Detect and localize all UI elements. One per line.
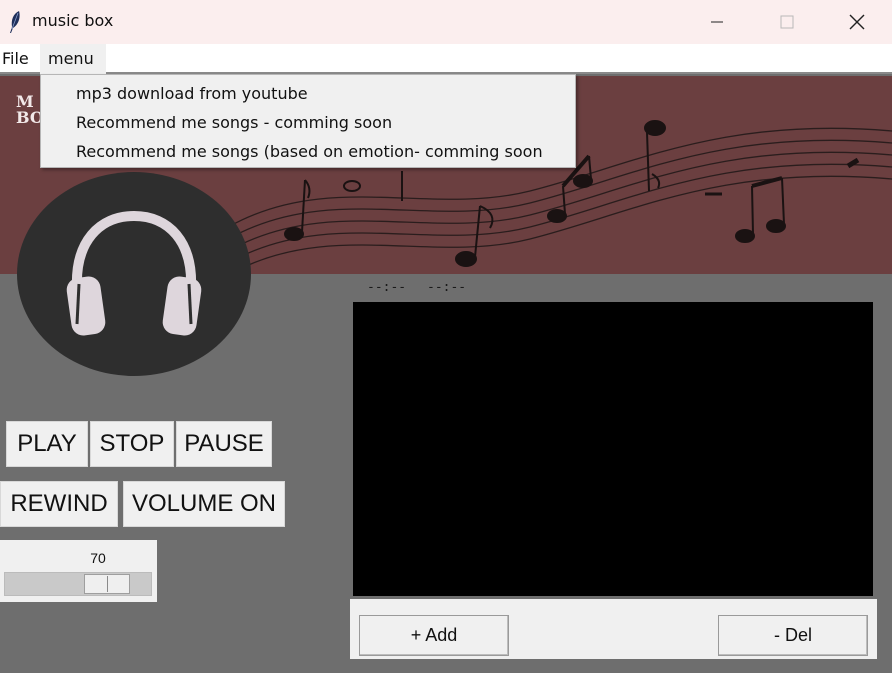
stop-button[interactable]: STOP [90,421,174,467]
volume-slider-handle[interactable] [84,574,131,594]
window-title: music box [32,11,114,30]
avatar [17,172,251,376]
close-icon [849,14,865,30]
maximize-button[interactable] [752,0,822,44]
minimize-button[interactable] [682,0,752,44]
pause-button[interactable]: PAUSE [176,421,272,467]
add-song-button[interactable]: + Add [359,615,509,656]
volume-scale: 70 [0,540,157,602]
play-button[interactable]: PLAY [6,421,88,467]
rewind-button[interactable]: REWIND [0,481,118,527]
volume-value: 70 [90,550,106,566]
maximize-icon [780,15,794,29]
menu-item-recommend-emotion[interactable]: Recommend me songs (based on emotion- co… [41,137,575,166]
menu-bar: File menu [0,44,892,74]
current-time: --:-- [367,280,407,295]
menu-item-mp3-download[interactable]: mp3 download from youtube [41,79,575,108]
volume-toggle-button[interactable]: VOLUME ON [123,481,285,527]
title-bar: music box [0,0,892,44]
playlist-listbox[interactable] [353,302,873,596]
menu-dropdown: mp3 download from youtube Recommend me s… [40,74,576,168]
close-button[interactable] [822,0,892,44]
menu-file[interactable]: File [0,44,37,74]
headphones-icon [66,210,202,336]
minimize-icon [711,21,723,23]
menu-item-recommend-songs[interactable]: Recommend me songs - comming soon [41,108,575,137]
volume-trough[interactable] [4,572,152,596]
menu-menu[interactable]: menu [40,44,106,74]
delete-song-button[interactable]: - Del [718,615,868,656]
total-time: --:-- [427,280,467,295]
music-box-window: music box File menu M BO PLAY STOP PAUSE… [0,0,892,673]
feather-icon [10,11,20,33]
